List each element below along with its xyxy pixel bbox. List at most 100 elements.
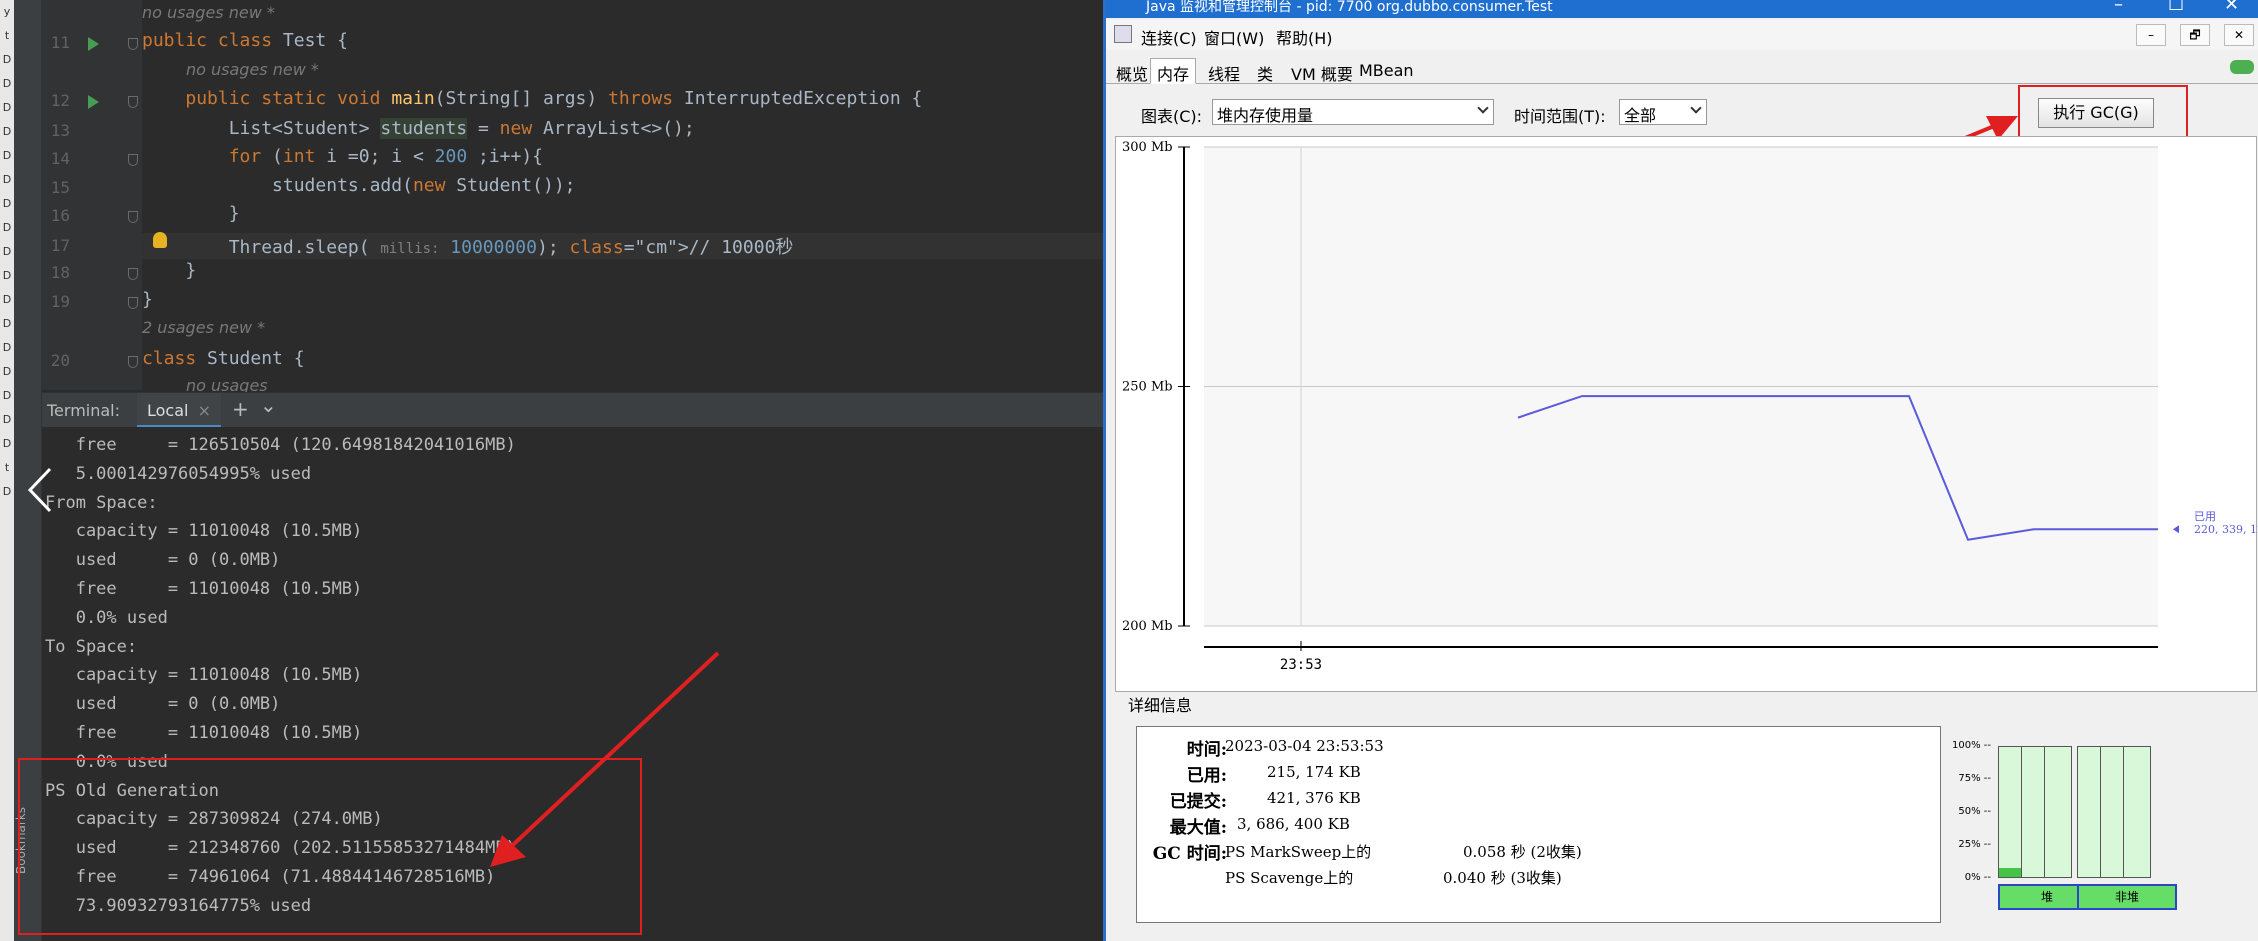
memory-pool-bar[interactable] bbox=[2123, 746, 2151, 878]
run-icon[interactable] bbox=[88, 95, 99, 109]
window-strip-char: D bbox=[2, 437, 12, 450]
line-number: 19 bbox=[50, 292, 70, 311]
window-strip-char: D bbox=[2, 365, 12, 378]
chart-select[interactable]: 堆内存使用量 bbox=[1212, 99, 1494, 125]
code-line[interactable]: } bbox=[142, 260, 196, 281]
tab-3[interactable]: 类 bbox=[1250, 58, 1280, 84]
detail-key: 时间: bbox=[1186, 740, 1227, 760]
line-number: 18 bbox=[50, 263, 70, 282]
menu-connect[interactable]: 连接(C) bbox=[1141, 25, 1197, 49]
lightbulb-icon[interactable] bbox=[153, 232, 167, 248]
close-button[interactable]: ✕ bbox=[2224, 0, 2239, 15]
terminal-line: capacity = 11010048 (10.5MB) bbox=[45, 521, 363, 542]
pool-tick-label: 0% -- bbox=[1964, 872, 1991, 883]
line-number: 12 bbox=[50, 91, 70, 110]
terminal-line: free = 11010048 (10.5MB) bbox=[45, 579, 363, 599]
y-tick-label: 250 Mb bbox=[1122, 380, 1173, 395]
window-strip-char: D bbox=[2, 317, 12, 330]
tab-5[interactable]: MBean bbox=[1352, 58, 1421, 84]
pool-tick-label: 75% -- bbox=[1958, 773, 1991, 784]
fold-icon[interactable] bbox=[128, 356, 138, 368]
line-number: 16 bbox=[50, 206, 70, 225]
terminal-line: capacity = 11010048 (10.5MB) bbox=[45, 665, 363, 686]
line-number: 13 bbox=[50, 121, 70, 140]
line-number: 11 bbox=[50, 33, 70, 52]
window-strip-char: D bbox=[2, 245, 12, 258]
maximize-button[interactable]: ☐ bbox=[2168, 0, 2184, 15]
time-range-value: 全部 bbox=[1624, 106, 1657, 125]
detail-gc-time: 0.040 秒 (3收集) bbox=[1443, 869, 1562, 887]
fold-icon[interactable] bbox=[128, 211, 138, 223]
tab-2[interactable]: 线程 bbox=[1201, 58, 1247, 84]
code-line[interactable]: students.add(new Student()); bbox=[142, 175, 575, 196]
terminal-header: Terminal: Local × + ⌄ bbox=[42, 392, 1103, 428]
window-title: Java 监视和管理控制台 - pid: 7700 org.dubbo.cons… bbox=[1146, 0, 1553, 15]
code-line[interactable]: class Student { bbox=[142, 348, 305, 369]
add-icon[interactable]: + bbox=[232, 397, 249, 421]
x-tick-label: 23:53 bbox=[1280, 657, 1322, 673]
window-strip-char: D bbox=[2, 53, 12, 66]
code-line[interactable]: List<Student> students = new ArrayList<>… bbox=[142, 118, 695, 139]
detail-key: 已提交: bbox=[1169, 792, 1227, 812]
usage-hint[interactable]: no usages new * bbox=[186, 60, 319, 79]
fold-icon[interactable] bbox=[128, 154, 138, 166]
window-strip-char: D bbox=[2, 221, 12, 234]
tab-4[interactable]: VM 概要 bbox=[1284, 58, 1360, 84]
window-strip-char: D bbox=[2, 485, 12, 498]
window-strip-char: D bbox=[2, 125, 12, 138]
non-heap-pool-button[interactable]: 非堆 bbox=[2077, 884, 2177, 910]
terminal-line: 0.0% used bbox=[45, 607, 168, 628]
detail-value: 421, 376 KB bbox=[1267, 789, 1361, 807]
tab-0[interactable]: 概览 bbox=[1109, 58, 1155, 84]
pool-tick-label: 25% -- bbox=[1958, 839, 1991, 850]
time-range-select[interactable]: 全部 bbox=[1619, 99, 1707, 125]
detail-gc-time: 0.058 秒 (2收集) bbox=[1463, 843, 1582, 861]
run-icon[interactable] bbox=[88, 37, 99, 51]
window-strip-char: t bbox=[4, 461, 10, 474]
window-strip-char: D bbox=[2, 269, 12, 282]
chevron-down-icon[interactable]: ⌄ bbox=[260, 393, 277, 417]
menu-window[interactable]: 窗口(W) bbox=[1204, 25, 1264, 49]
memory-pool-bar[interactable] bbox=[2044, 746, 2072, 878]
code-line[interactable]: } bbox=[142, 289, 153, 310]
code-line[interactable]: Thread.sleep( millis: 10000000); class="… bbox=[142, 233, 794, 259]
menu-help[interactable]: 帮助(H) bbox=[1276, 25, 1333, 49]
connection-plug-icon bbox=[2230, 60, 2254, 74]
detail-key: 最大值: bbox=[1169, 818, 1227, 838]
tab-1[interactable]: 内存 bbox=[1150, 58, 1197, 84]
window-strip-char: D bbox=[2, 341, 12, 354]
code-line[interactable]: } bbox=[142, 203, 240, 224]
menu-bar: 连接(C) 窗口(W) 帮助(H) – 🗗 ✕ bbox=[1106, 20, 2258, 50]
heap-chart: 300 Mb 250 Mb 200 Mb 23:53 已用220, 339, 128 bbox=[1115, 136, 2258, 692]
close-icon[interactable]: × bbox=[198, 401, 211, 420]
terminal-line: used = 0 (0.0MB) bbox=[45, 694, 281, 715]
title-bar: Java 监视和管理控制台 - pid: 7700 org.dubbo.cons… bbox=[1106, 0, 2258, 18]
detail-value: 3, 686, 400 KB bbox=[1237, 815, 1350, 833]
inner-restore-button[interactable]: 🗗 bbox=[2180, 24, 2210, 46]
back-arrow-icon[interactable] bbox=[22, 465, 62, 515]
window-strip-char: D bbox=[2, 413, 12, 426]
pool-tick-label: 50% -- bbox=[1958, 806, 1991, 817]
window-strip-char: D bbox=[2, 77, 12, 90]
usage-hint[interactable]: no usages new * bbox=[142, 3, 275, 22]
usage-hint[interactable]: 2 usages new * bbox=[142, 318, 265, 337]
detail-value: PS MarkSweep上的 bbox=[1225, 843, 1372, 861]
pool-tick-label: 100% -- bbox=[1952, 740, 1991, 751]
fold-icon[interactable] bbox=[128, 268, 138, 280]
window-strip-char: D bbox=[2, 389, 12, 402]
detail-value: 2023-03-04 23:53:53 bbox=[1225, 737, 1384, 755]
fold-icon[interactable] bbox=[128, 297, 138, 309]
fold-icon[interactable] bbox=[128, 38, 138, 50]
window-strip-char: t bbox=[4, 29, 10, 42]
window-strip: ytDDDDDDDDDDDDDDDDDtD bbox=[0, 0, 14, 941]
code-line[interactable]: for (int i =0; i < 200 ;i++){ bbox=[142, 146, 543, 167]
inner-close-button[interactable]: ✕ bbox=[2224, 24, 2254, 46]
code-line[interactable]: public class Test { bbox=[142, 30, 348, 51]
line-number: 14 bbox=[50, 149, 70, 168]
terminal-tab-local[interactable]: Local × bbox=[137, 393, 221, 428]
minimize-button[interactable]: – bbox=[2114, 0, 2123, 15]
fold-icon[interactable] bbox=[128, 96, 138, 108]
code-line[interactable]: public static void main(String[] args) t… bbox=[142, 88, 922, 109]
inner-minimize-button[interactable]: – bbox=[2136, 24, 2166, 46]
end-label: 已用 bbox=[2194, 510, 2216, 523]
